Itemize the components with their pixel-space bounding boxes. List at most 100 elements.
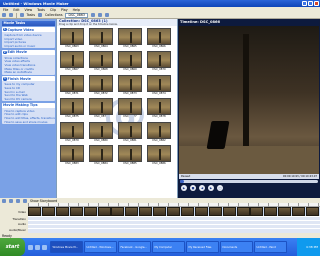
track-label-video[interactable]: Video xyxy=(0,207,28,216)
clip-thumbnail[interactable] xyxy=(60,145,84,162)
menu-edit[interactable]: Edit xyxy=(13,8,19,12)
clip-item[interactable]: DSC_0884 xyxy=(89,145,113,166)
timeline-clip[interactable] xyxy=(306,207,319,216)
timeline-clip[interactable] xyxy=(194,207,208,216)
undo-icon[interactable] xyxy=(2,13,6,17)
clip-item[interactable]: DSC_0871 xyxy=(60,74,84,96)
clip-thumbnail[interactable] xyxy=(147,121,171,139)
menu-view[interactable]: View xyxy=(25,8,33,12)
clip-thumbnail[interactable] xyxy=(118,145,142,162)
clip-thumbnail[interactable] xyxy=(147,74,171,92)
timeline-clip[interactable] xyxy=(208,207,222,216)
timeline-clip[interactable] xyxy=(69,207,83,216)
task-link[interactable]: Make an AutoMovie xyxy=(5,70,55,74)
clip-thumbnail[interactable] xyxy=(60,121,84,139)
close-button[interactable] xyxy=(314,1,319,6)
timeline-clip[interactable] xyxy=(97,207,111,216)
timeline-clip[interactable] xyxy=(125,207,139,216)
clip-item[interactable]: DSC_0869 xyxy=(118,51,142,72)
task-link[interactable]: Send to DV camera xyxy=(5,97,55,101)
timeline-clip[interactable] xyxy=(153,207,167,216)
clip-item[interactable]: DSC_0874 xyxy=(147,74,171,96)
clip-item[interactable]: DSC_0882 xyxy=(147,121,171,143)
zoom-out-icon[interactable] xyxy=(9,198,13,203)
clip-thumbnail[interactable] xyxy=(147,51,171,68)
menu-play[interactable]: Play xyxy=(61,8,68,12)
timeline-clip[interactable] xyxy=(236,207,250,216)
clip-item[interactable]: DSC_0868 xyxy=(89,51,113,72)
collection-select[interactable]: DSC_0863 xyxy=(65,12,88,18)
clip-item[interactable]: DSC_0863 xyxy=(60,27,84,49)
clip-thumbnail[interactable] xyxy=(118,74,142,92)
clip-thumbnail[interactable] xyxy=(89,98,113,115)
timeline-clip[interactable] xyxy=(83,207,97,216)
clip-thumbnail[interactable] xyxy=(60,27,84,45)
clip-thumbnail[interactable] xyxy=(60,74,84,92)
taskbar-button[interactable]: Untitled - Windows... xyxy=(84,241,117,253)
zoom-in-icon[interactable] xyxy=(2,198,6,203)
clip-thumbnail[interactable] xyxy=(118,27,142,45)
views-icon[interactable] xyxy=(104,13,109,17)
timeline-clip[interactable] xyxy=(41,207,55,216)
next-frame-icon[interactable]: ▶ xyxy=(208,185,214,191)
timeline-clip[interactable] xyxy=(222,207,236,216)
clip-thumbnail[interactable] xyxy=(89,27,113,45)
clip-item[interactable]: DSC_0870 xyxy=(147,51,171,72)
menu-help[interactable]: Help xyxy=(73,8,80,12)
clip-thumbnail[interactable] xyxy=(89,145,113,162)
timeline-clip[interactable] xyxy=(111,207,125,216)
clip-item[interactable]: DSC_0864 xyxy=(89,27,113,49)
video-track[interactable] xyxy=(28,207,320,216)
taskbar-button[interactable]: Facebook - Google... xyxy=(118,241,151,253)
taskbar-button[interactable]: Untitled - Paint xyxy=(254,241,287,253)
taskbar-button[interactable]: My Received Files xyxy=(186,241,219,253)
clip-item[interactable]: DSC_0865 xyxy=(118,27,142,49)
show-desktop-icon[interactable] xyxy=(28,244,33,250)
timeline-clip[interactable] xyxy=(278,207,292,216)
play-icon[interactable]: ▶ xyxy=(181,185,187,191)
clip-item[interactable]: DSC_0867 xyxy=(60,51,84,72)
clip-item[interactable]: DSC_0886 xyxy=(147,145,171,166)
task-link[interactable]: How to save and share movies xyxy=(5,120,55,124)
tasks-button[interactable]: Tasks xyxy=(27,13,36,17)
collections-icon[interactable] xyxy=(38,13,43,17)
timeline-clip[interactable] xyxy=(55,207,69,216)
timeline-clip[interactable] xyxy=(264,207,278,216)
previous-frame-icon[interactable]: ◀ xyxy=(199,185,205,191)
tasks-icon[interactable] xyxy=(19,13,24,17)
clip-thumbnail[interactable] xyxy=(147,145,171,162)
clip-thumbnail[interactable] xyxy=(147,27,171,45)
clip-thumbnail[interactable] xyxy=(89,121,113,139)
show-storyboard-button[interactable]: Show Storyboard xyxy=(30,199,57,203)
task-link[interactable]: Import audio or music xyxy=(5,44,55,48)
clip-thumbnail[interactable] xyxy=(147,98,171,115)
clip-item[interactable]: DSC_0883 xyxy=(60,145,84,166)
clip-thumbnail[interactable] xyxy=(118,98,142,115)
maximize-button[interactable] xyxy=(308,1,313,6)
stop-icon[interactable]: ■ xyxy=(190,185,196,191)
seek-bar[interactable] xyxy=(180,180,318,183)
clip-thumbnail[interactable] xyxy=(60,98,84,115)
up-folder-icon[interactable] xyxy=(90,13,95,17)
clip-item[interactable]: DSC_0866 xyxy=(147,27,171,49)
redo-icon[interactable] xyxy=(9,13,13,17)
timeline-clip[interactable] xyxy=(139,207,153,216)
clip-item[interactable]: DSC_0885 xyxy=(118,145,142,166)
rewind-timeline-icon[interactable] xyxy=(16,198,20,203)
media-player-icon[interactable] xyxy=(42,244,47,250)
minimize-button[interactable] xyxy=(302,1,307,6)
start-button[interactable]: start xyxy=(0,238,25,256)
play-timeline-icon[interactable] xyxy=(23,198,27,203)
menu-clip[interactable]: Clip xyxy=(50,8,56,12)
clip-thumbnail[interactable] xyxy=(60,51,84,68)
clip-thumbnail[interactable] xyxy=(89,51,113,68)
browser-icon[interactable] xyxy=(35,244,40,250)
menu-file[interactable]: File xyxy=(3,8,8,12)
timeline-clip[interactable] xyxy=(292,207,306,216)
fullscreen-icon[interactable]: □ xyxy=(217,185,223,191)
clip-item[interactable]: DSC_0879 xyxy=(60,121,84,143)
clip-thumbnail[interactable] xyxy=(118,121,142,139)
timeline-clip[interactable] xyxy=(167,207,180,216)
timeline-clip[interactable] xyxy=(180,207,194,216)
collections-button[interactable]: Collections xyxy=(45,13,62,17)
